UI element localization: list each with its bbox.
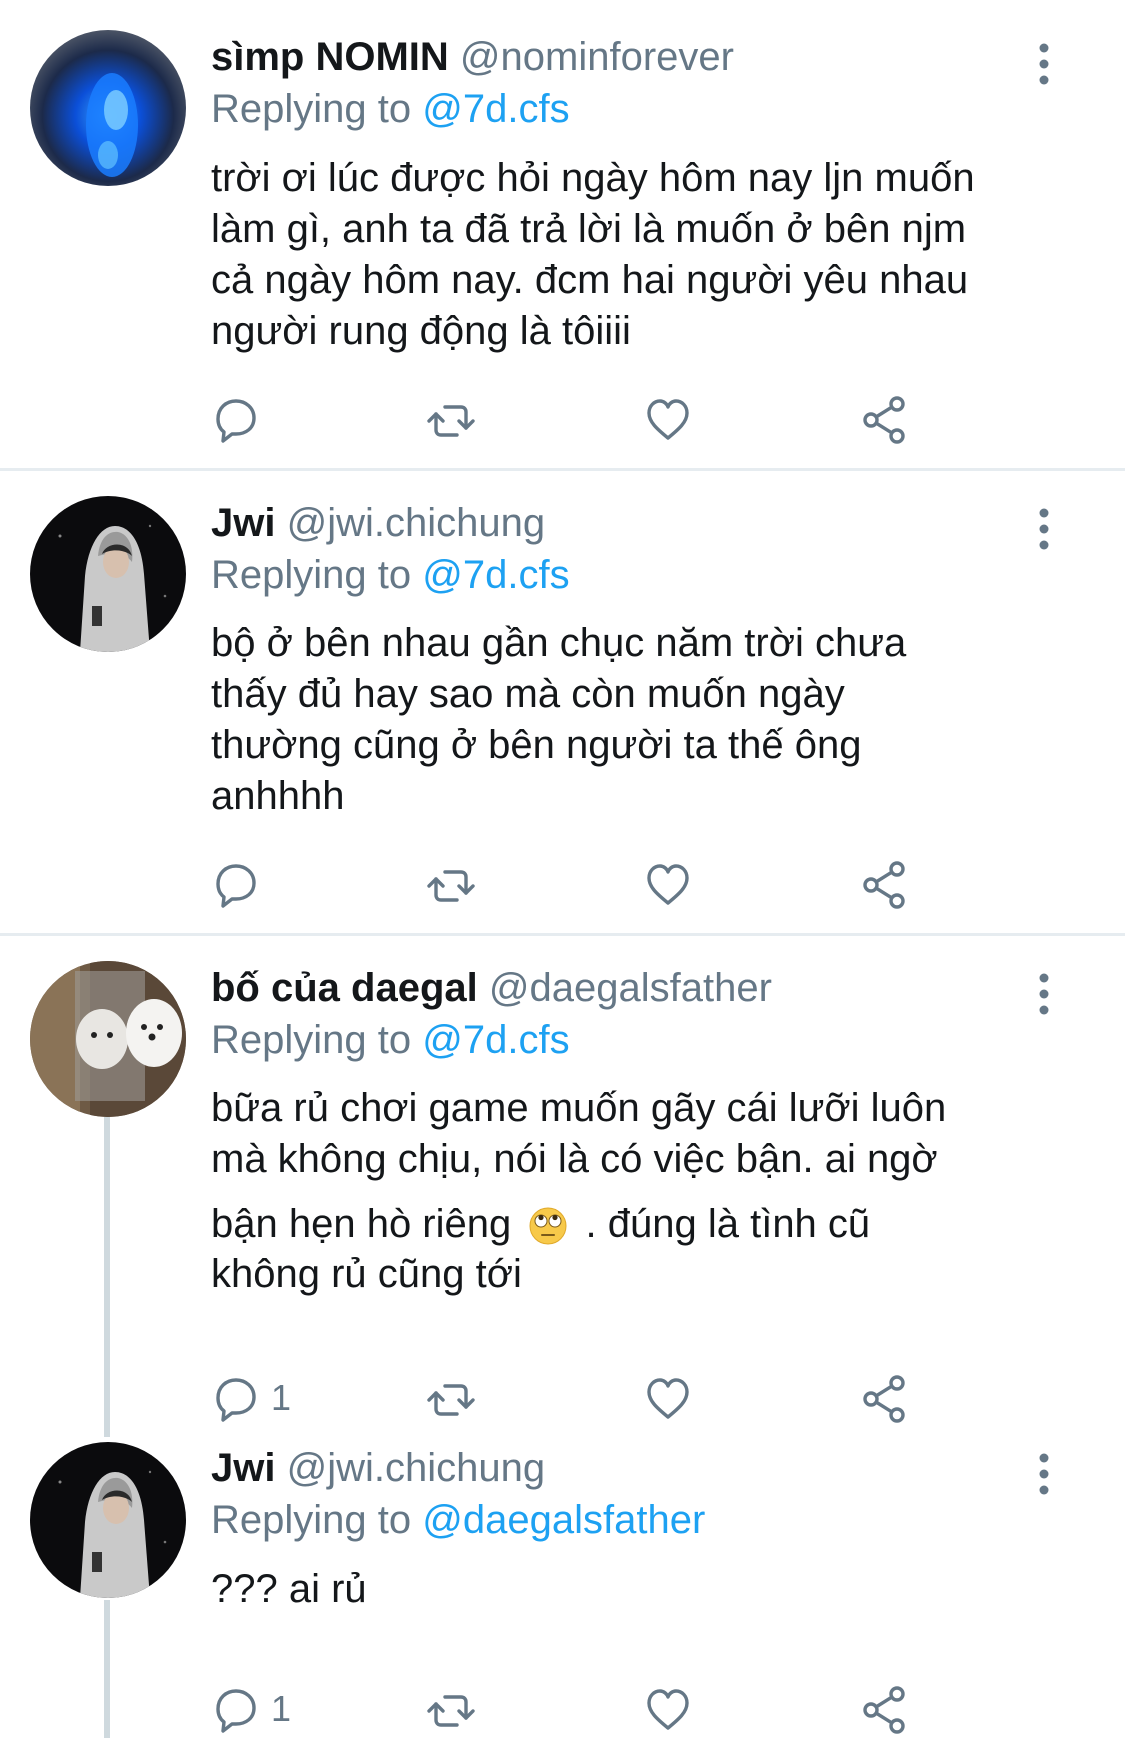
- avatar[interactable]: [30, 30, 186, 186]
- display-name[interactable]: sìmp NOMIN: [211, 35, 449, 79]
- share-button[interactable]: [859, 854, 909, 914]
- retweet-icon: [427, 1384, 475, 1416]
- like-button[interactable]: [643, 389, 693, 449]
- tweet-text-line: ??? ai rủ: [211, 1567, 367, 1611]
- reply-icon: [216, 1689, 256, 1733]
- like-icon: [647, 864, 689, 905]
- face-with-rolling-eyes-emoji: [529, 1207, 567, 1245]
- tweet-text-line: thường cũng ở bên người ta thế ông: [211, 723, 862, 767]
- replying-to-mention[interactable]: @7d.cfs: [422, 87, 569, 131]
- tweet-header: bố của daegal @daegalsfather: [211, 964, 772, 1012]
- tweet-actions: [211, 854, 911, 914]
- share-button[interactable]: [859, 1679, 909, 1739]
- like-button[interactable]: [643, 854, 693, 914]
- reply-icon: [216, 1378, 256, 1422]
- tweet-text-line: mà không chịu, nói là có việc bận. ai ng…: [211, 1137, 938, 1181]
- user-handle[interactable]: @jwi.chichung: [287, 1446, 546, 1490]
- like-icon: [647, 1689, 689, 1730]
- replying-to-label: Replying to: [211, 1018, 412, 1062]
- avatar[interactable]: [30, 1442, 186, 1598]
- display-name[interactable]: Jwi: [211, 1446, 275, 1490]
- reply-count: 1: [271, 1688, 292, 1729]
- user-handle[interactable]: @daegalsfather: [489, 966, 772, 1010]
- tweet-text-line: anhhhh: [211, 774, 345, 818]
- replying-to-label: Replying to: [211, 553, 412, 597]
- more-options-icon[interactable]: [1032, 972, 1056, 1016]
- tweet-text-fragment: bận hẹn hò riêng: [211, 1202, 512, 1246]
- share-icon: [863, 861, 905, 909]
- replying-to-label: Replying to: [211, 1498, 412, 1542]
- reply-button[interactable]: 1: [211, 1679, 291, 1739]
- like-icon: [647, 1378, 689, 1419]
- replying-to: Replying to @7d.cfs: [211, 1016, 570, 1064]
- replying-to-label: Replying to: [211, 87, 412, 131]
- share-icon: [863, 396, 905, 444]
- tweet-text: trời ơi lúc được hỏi ngày hôm nay ljn mu…: [211, 153, 1071, 357]
- like-button[interactable]: [643, 1679, 693, 1739]
- user-handle[interactable]: @jwi.chichung: [287, 501, 546, 545]
- user-handle[interactable]: @nominforever: [460, 35, 734, 79]
- display-name[interactable]: Jwi: [211, 501, 275, 545]
- tweet[interactable]: sìmp NOMIN @nominforever Replying to @7d…: [0, 0, 1125, 470]
- replying-to-mention[interactable]: @7d.cfs: [422, 553, 569, 597]
- tweet-text-line: thấy đủ hay sao mà còn muốn ngày: [211, 672, 845, 716]
- reply-button[interactable]: [211, 389, 271, 449]
- tweet-header: Jwi @jwi.chichung: [211, 499, 545, 547]
- tweet-header: sìmp NOMIN @nominforever: [211, 33, 734, 81]
- retweet-icon: [427, 405, 475, 437]
- tweet-text: ??? ai rủ: [211, 1564, 1071, 1615]
- retweet-button[interactable]: [426, 1679, 476, 1739]
- tweet-text-line: làm gì, anh ta đã trả lời là muốn ở bên …: [211, 207, 967, 251]
- tweet-text-line: người rung động là tôiiii: [211, 309, 631, 353]
- replying-to: Replying to @7d.cfs: [211, 551, 570, 599]
- retweet-button[interactable]: [426, 389, 476, 449]
- retweet-icon: [427, 1695, 475, 1727]
- like-icon: [647, 399, 689, 440]
- reply-button[interactable]: [211, 854, 271, 914]
- more-options-icon[interactable]: [1032, 1452, 1056, 1496]
- tweet-text: bữa rủ chơi game muốn gãy cái lưỡi luôn …: [211, 1083, 1071, 1300]
- share-icon: [863, 1375, 905, 1423]
- tweet-text-line: bận hẹn hò riêng . đúng là tình cũ: [211, 1194, 1071, 1254]
- replying-to-mention[interactable]: @daegalsfather: [422, 1498, 705, 1542]
- tweet-text: bộ ở bên nhau gần chục năm trời chưa thấ…: [211, 618, 1071, 822]
- tweet-text-line: bữa rủ chơi game muốn gãy cái lưỡi luôn: [211, 1086, 947, 1130]
- tweet-text-line: trời ơi lúc được hỏi ngày hôm nay ljn mu…: [211, 156, 975, 200]
- tweet[interactable]: bố của daegal @daegalsfather Replying to…: [0, 936, 1125, 1423]
- reply-icon: [216, 399, 256, 443]
- retweet-icon: [427, 870, 475, 902]
- tweet-text-line: không rủ cũng tới: [211, 1252, 522, 1296]
- tweet[interactable]: Jwi @jwi.chichung Replying to @7d.cfs bộ…: [0, 471, 1125, 936]
- tweet-actions: 1: [211, 1679, 911, 1739]
- avatar[interactable]: [30, 496, 186, 652]
- tweet-text-fragment: . đúng là tình cũ: [585, 1202, 871, 1246]
- replying-to: Replying to @daegalsfather: [211, 1496, 705, 1544]
- tweet[interactable]: Jwi @jwi.chichung Replying to @daegalsfa…: [0, 1418, 1125, 1738]
- replying-to: Replying to @7d.cfs: [211, 85, 570, 133]
- retweet-button[interactable]: [426, 854, 476, 914]
- share-icon: [863, 1686, 905, 1734]
- display-name[interactable]: bố của daegal: [211, 966, 478, 1010]
- tweet-header: Jwi @jwi.chichung: [211, 1444, 545, 1492]
- tweet-text-line: bộ ở bên nhau gần chục năm trời chưa: [211, 621, 907, 665]
- tweet-text-line: cả ngày hôm nay. đcm hai người yêu nhau: [211, 258, 969, 302]
- more-options-icon[interactable]: [1032, 42, 1056, 86]
- tweet-actions: [211, 389, 911, 449]
- reply-icon: [216, 864, 256, 908]
- more-options-icon[interactable]: [1032, 507, 1056, 551]
- replying-to-mention[interactable]: @7d.cfs: [422, 1018, 569, 1062]
- avatar[interactable]: [30, 961, 186, 1117]
- share-button[interactable]: [859, 389, 909, 449]
